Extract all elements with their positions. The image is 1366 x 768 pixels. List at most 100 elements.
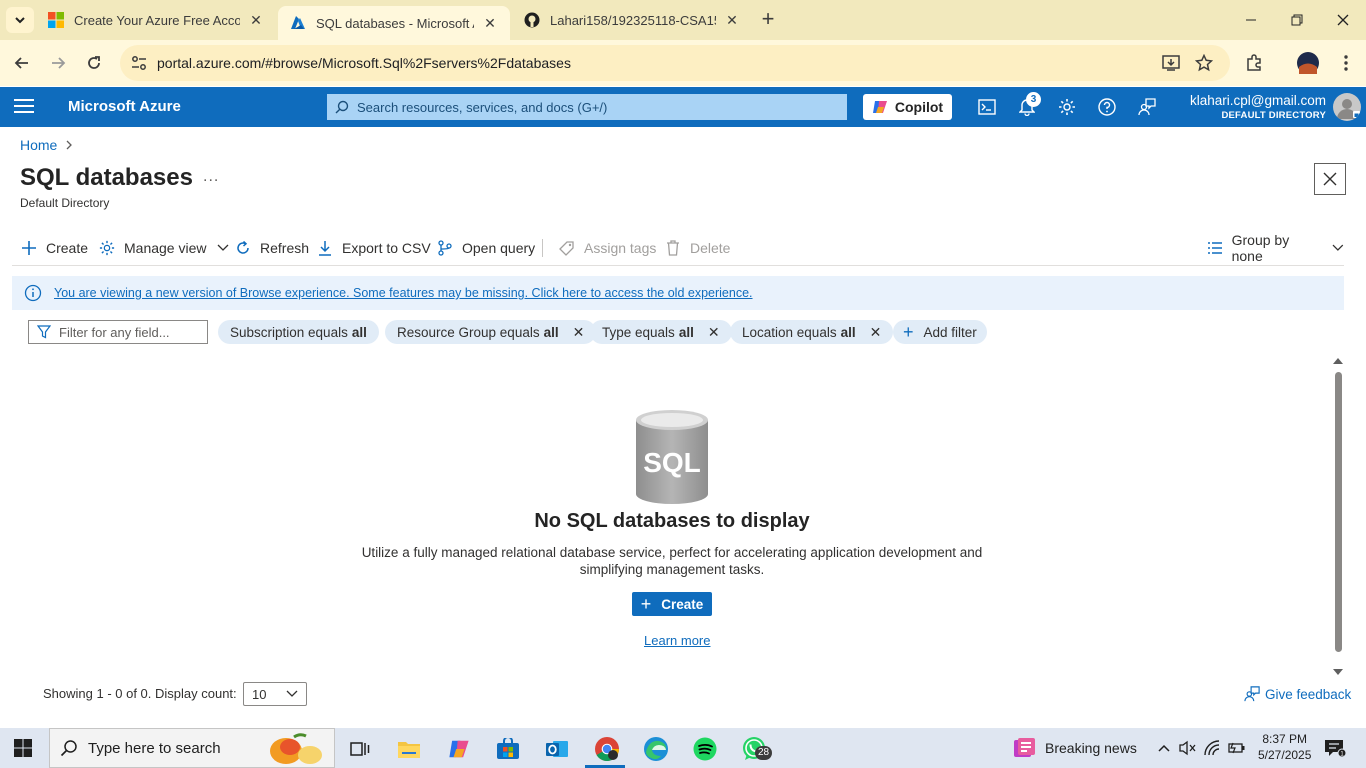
- info-banner: You are viewing a new version of Browse …: [12, 276, 1344, 310]
- scrollbar-thumb[interactable]: [1335, 372, 1342, 652]
- delete-command[interactable]: Delete: [664, 232, 730, 264]
- taskbar-search-input[interactable]: Type here to search: [49, 728, 335, 768]
- filter-pill-subscription[interactable]: Subscription equals all: [218, 320, 379, 344]
- back-button[interactable]: [8, 49, 36, 77]
- task-view-button[interactable]: [343, 734, 377, 764]
- export-csv-command[interactable]: Export to CSV: [316, 232, 431, 264]
- user-avatar-icon: [1337, 99, 1360, 119]
- arrow-left-icon: [14, 57, 28, 69]
- copilot-app[interactable]: [442, 734, 476, 764]
- outlook-app[interactable]: [540, 734, 574, 764]
- browser-tab-github[interactable]: Lahari158/192325118-CSA1503 ✕: [512, 0, 752, 40]
- chrome-app[interactable]: [590, 734, 624, 764]
- open-query-command[interactable]: Open query: [436, 232, 535, 264]
- create-database-button[interactable]: + Create: [632, 592, 712, 616]
- filter-pill-resource-group[interactable]: Resource Group equals all ✕: [385, 320, 597, 344]
- create-button-label: Create: [661, 596, 704, 612]
- give-feedback-link[interactable]: Give feedback: [1244, 686, 1351, 702]
- scroll-down-arrow-icon[interactable]: [1333, 669, 1343, 675]
- bookmark-button[interactable]: [1190, 49, 1218, 77]
- portal-menu-icon[interactable]: [14, 99, 34, 115]
- edge-app[interactable]: [639, 734, 673, 764]
- learn-more-link[interactable]: Learn more: [644, 633, 710, 648]
- settings-button[interactable]: [1055, 95, 1079, 119]
- restore-button[interactable]: [1274, 0, 1320, 40]
- info-icon: [24, 284, 42, 302]
- help-button[interactable]: [1095, 95, 1119, 119]
- close-tab-icon[interactable]: ✕: [248, 12, 264, 28]
- create-command[interactable]: Create: [20, 232, 88, 264]
- search-placeholder: Search resources, services, and docs (G+…: [357, 99, 608, 115]
- close-blade-button[interactable]: [1314, 163, 1346, 195]
- new-tab-button[interactable]: +: [756, 8, 780, 32]
- system-clock[interactable]: 8:37 PM 5/27/2025: [1258, 731, 1311, 763]
- close-tab-icon[interactable]: ✕: [724, 12, 740, 28]
- extensions-button[interactable]: [1240, 49, 1268, 77]
- global-search-input[interactable]: Search resources, services, and docs (G+…: [327, 94, 847, 120]
- chevron-right-icon: [66, 140, 73, 150]
- filter-pill-type[interactable]: Type equals all ✕: [590, 320, 732, 344]
- battery-button[interactable]: [1228, 740, 1246, 756]
- browser-tab-sql-databases[interactable]: SQL databases - Microsoft Azure ✕: [278, 6, 510, 40]
- filter-pill-location[interactable]: Location equals all ✕: [730, 320, 894, 344]
- filter-pill-label: Location equals: [742, 324, 837, 340]
- windows-start-icon[interactable]: [14, 739, 32, 757]
- tab-title: Create Your Azure Free Account: [74, 12, 240, 28]
- cloud-shell-button[interactable]: [975, 95, 999, 119]
- more-actions-icon[interactable]: ...: [203, 168, 219, 186]
- remove-filter-icon[interactable]: ✕: [870, 324, 882, 341]
- chevron-up-icon: [1158, 744, 1170, 752]
- show-hidden-icons-button[interactable]: [1155, 740, 1173, 756]
- close-window-button[interactable]: [1320, 0, 1366, 40]
- refresh-command[interactable]: Refresh: [234, 232, 309, 264]
- spotify-app[interactable]: [688, 734, 722, 764]
- remove-filter-icon[interactable]: ✕: [708, 324, 720, 341]
- reload-button[interactable]: [80, 49, 108, 77]
- profile-button[interactable]: [1294, 49, 1322, 77]
- old-experience-link[interactable]: You are viewing a new version of Browse …: [54, 286, 753, 300]
- task-view-icon: [350, 742, 370, 756]
- tab-title: SQL databases - Microsoft Azure: [316, 15, 474, 31]
- volume-button[interactable]: [1179, 740, 1197, 756]
- group-by-command[interactable]: Group by none: [1206, 232, 1344, 264]
- breadcrumb-home-link[interactable]: Home: [20, 137, 57, 153]
- manage-view-command[interactable]: Manage view: [98, 232, 229, 264]
- add-filter-button[interactable]: + Add filter: [893, 320, 987, 344]
- remove-filter-icon[interactable]: ✕: [573, 324, 585, 341]
- feedback-person-icon: [1138, 98, 1156, 116]
- scroll-up-arrow-icon[interactable]: [1333, 358, 1343, 364]
- tab-search-button[interactable]: [6, 7, 34, 33]
- filter-icon: [29, 325, 59, 339]
- account-menu[interactable]: klahari.cpl@gmail.com DEFAULT DIRECTORY: [1190, 93, 1326, 121]
- network-button[interactable]: [1204, 740, 1222, 756]
- copilot-button[interactable]: Copilot: [863, 94, 952, 120]
- microsoft-store-app[interactable]: [491, 734, 525, 764]
- news-widget[interactable]: Breaking news: [1012, 737, 1137, 759]
- outlook-icon: [546, 741, 568, 757]
- close-icon: [1337, 14, 1349, 26]
- minimize-button[interactable]: [1228, 0, 1274, 40]
- browser-tab-azure-free[interactable]: Create Your Azure Free Account ✕: [36, 0, 276, 40]
- delete-label: Delete: [690, 240, 731, 256]
- url-bar[interactable]: portal.azure.com/#browse/Microsoft.Sql%2…: [120, 45, 1230, 81]
- display-count-select[interactable]: 10: [243, 682, 307, 706]
- refresh-label: Refresh: [260, 240, 310, 256]
- feedback-button[interactable]: [1135, 95, 1159, 119]
- notification-center-icon[interactable]: 1: [1323, 738, 1347, 758]
- assign-tags-command[interactable]: Assign tags: [558, 232, 656, 264]
- empty-state-description: Utilize a fully managed relational datab…: [361, 545, 983, 577]
- install-app-button[interactable]: [1157, 49, 1185, 77]
- filter-input[interactable]: Filter for any field...: [28, 320, 208, 344]
- forward-button[interactable]: [44, 49, 72, 77]
- file-explorer-app[interactable]: [392, 734, 426, 764]
- filter-pill-label: Subscription equals: [230, 324, 348, 340]
- whatsapp-app[interactable]: 28: [737, 734, 773, 764]
- avatar[interactable]: [1333, 93, 1361, 121]
- open-query-label: Open query: [462, 240, 536, 256]
- close-tab-icon[interactable]: ✕: [482, 15, 498, 31]
- sql-icon-text: SQL: [643, 447, 701, 478]
- browser-menu-button[interactable]: [1332, 49, 1360, 77]
- azure-brand[interactable]: Microsoft Azure: [68, 98, 181, 115]
- battery-icon: [1228, 742, 1245, 754]
- azure-top-bar: Microsoft Azure Search resources, servic…: [0, 87, 1366, 127]
